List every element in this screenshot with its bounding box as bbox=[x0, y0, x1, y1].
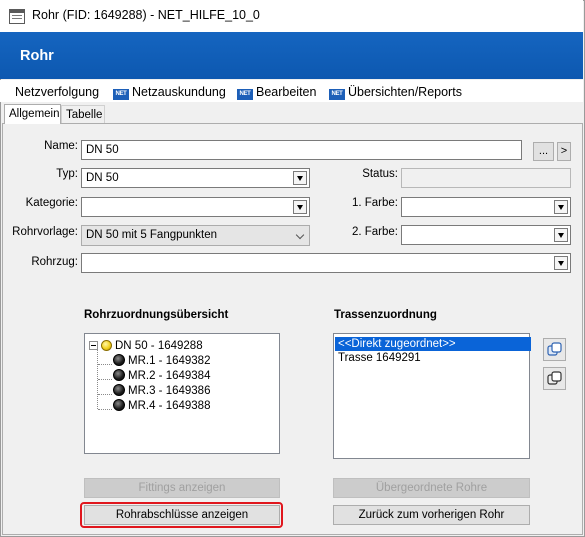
tree-child-item[interactable]: MR.4 - 1649388 bbox=[113, 399, 210, 414]
status-field bbox=[401, 168, 571, 188]
window-title: Rohr (FID: 1649288) - NET_HILFE_10_0 bbox=[32, 8, 260, 22]
menu-uebersichten-reports[interactable]: NET Übersichten/Reports bbox=[329, 85, 462, 100]
trassenzuordnung-list[interactable]: <<Direkt zugeordnet>> Trasse 1649291 bbox=[333, 333, 531, 459]
dropdown-arrow-icon[interactable] bbox=[554, 228, 568, 242]
rohrzug-label: Rohrzug: bbox=[31, 256, 78, 268]
list-item-direkt[interactable]: <<Direkt zugeordnet>> bbox=[335, 337, 531, 351]
farbe2-label: 2. Farbe: bbox=[351, 226, 398, 238]
name-label: Name: bbox=[44, 140, 78, 152]
tree-child-label: MR.1 - 1649382 bbox=[128, 355, 211, 367]
typ-value: DN 50 bbox=[86, 172, 119, 184]
menu-label: Netzauskundung bbox=[132, 85, 226, 99]
next-button[interactable]: > bbox=[557, 142, 571, 161]
window-icon bbox=[9, 9, 25, 24]
dropdown-arrow-icon[interactable] bbox=[554, 256, 568, 270]
black-disk-icon bbox=[113, 384, 125, 396]
dropdown-arrow-icon[interactable] bbox=[293, 171, 307, 185]
menu-label: Übersichten/Reports bbox=[348, 85, 462, 99]
rohrzuordnung-tree[interactable]: DN 50 - 1649288 MR.1 - 1649382 MR.2 - 16… bbox=[84, 333, 280, 454]
tree-root-label: DN 50 - 1649288 bbox=[115, 340, 203, 352]
fittings-anzeigen-button[interactable]: Fittings anzeigen bbox=[84, 478, 280, 498]
tree-root-item[interactable]: DN 50 - 1649288 bbox=[89, 339, 203, 354]
net-icon: NET bbox=[113, 89, 129, 100]
tree-connector bbox=[98, 364, 112, 365]
rohrzuordnung-title: Rohrzuordnungsübersicht bbox=[84, 309, 229, 321]
tree-connector bbox=[97, 347, 98, 409]
duplicate-button[interactable] bbox=[543, 367, 566, 390]
tree-connector bbox=[98, 394, 112, 395]
rohrvorlage-label: Rohrvorlage: bbox=[12, 226, 78, 238]
menu-netzverfolgung[interactable]: Netzverfolgung bbox=[15, 85, 99, 99]
rohrvorlage-combobox[interactable]: DN 50 mit 5 Fangpunkten bbox=[81, 225, 310, 246]
black-disk-icon bbox=[113, 369, 125, 381]
black-disk-icon bbox=[113, 354, 125, 366]
browse-button[interactable]: ... bbox=[533, 142, 554, 161]
typ-combobox[interactable]: DN 50 bbox=[81, 168, 310, 188]
menu-label: Bearbeiten bbox=[256, 85, 317, 99]
list-item-trasse[interactable]: Trasse 1649291 bbox=[335, 351, 421, 365]
tree-child-item[interactable]: MR.3 - 1649386 bbox=[113, 384, 210, 399]
black-disk-icon bbox=[113, 399, 125, 411]
farbe1-label: 1. Farbe: bbox=[351, 197, 398, 209]
menu-label: Netzverfolgung bbox=[15, 85, 100, 99]
tree-child-label: MR.4 - 1649388 bbox=[128, 400, 211, 412]
collapse-icon[interactable] bbox=[89, 341, 98, 350]
farbe2-combobox[interactable] bbox=[401, 225, 571, 245]
zurueck-button[interactable]: Zurück zum vorherigen Rohr bbox=[333, 505, 530, 525]
copy-button[interactable] bbox=[543, 338, 566, 361]
tree-child-label: MR.3 - 1649386 bbox=[128, 385, 211, 397]
highlight-frame bbox=[80, 502, 283, 528]
dropdown-arrow-icon[interactable] bbox=[293, 200, 307, 214]
kategorie-combobox[interactable] bbox=[81, 197, 310, 217]
rohrvorlage-value: DN 50 mit 5 Fangpunkten bbox=[86, 229, 218, 241]
copy-icon bbox=[547, 342, 562, 356]
tree-connector bbox=[98, 379, 112, 380]
tree-child-label: MR.2 - 1649384 bbox=[128, 370, 211, 382]
tree-child-item[interactable]: MR.2 - 1649384 bbox=[113, 369, 210, 384]
net-icon: NET bbox=[237, 89, 253, 100]
rohrzug-combobox[interactable] bbox=[81, 253, 571, 273]
banner-title: Rohr bbox=[20, 48, 54, 64]
trassenzuordnung-title: Trassenzuordnung bbox=[334, 309, 437, 321]
yellow-bulb-icon bbox=[101, 340, 112, 351]
menu-netzauskundung[interactable]: NET Netzauskundung bbox=[113, 85, 226, 100]
tab-tabelle[interactable]: Tabelle bbox=[61, 105, 105, 123]
menu-bearbeiten[interactable]: NET Bearbeiten bbox=[237, 85, 316, 100]
status-label: Status: bbox=[362, 168, 398, 180]
farbe1-combobox[interactable] bbox=[401, 197, 571, 217]
tree-child-item[interactable]: MR.1 - 1649382 bbox=[113, 354, 210, 369]
header-banner bbox=[0, 32, 583, 79]
uebergeordnete-rohre-button[interactable]: Übergeordnete Rohre bbox=[333, 478, 530, 498]
name-field[interactable]: DN 50 bbox=[81, 140, 522, 160]
typ-label: Typ: bbox=[56, 168, 78, 180]
dropdown-arrow-icon[interactable] bbox=[554, 200, 568, 214]
duplicate-icon bbox=[547, 371, 562, 385]
tab-allgemein[interactable]: Allgemein bbox=[4, 104, 61, 124]
net-icon: NET bbox=[329, 89, 345, 100]
tree-connector bbox=[98, 409, 112, 410]
kategorie-label: Kategorie: bbox=[25, 197, 78, 209]
